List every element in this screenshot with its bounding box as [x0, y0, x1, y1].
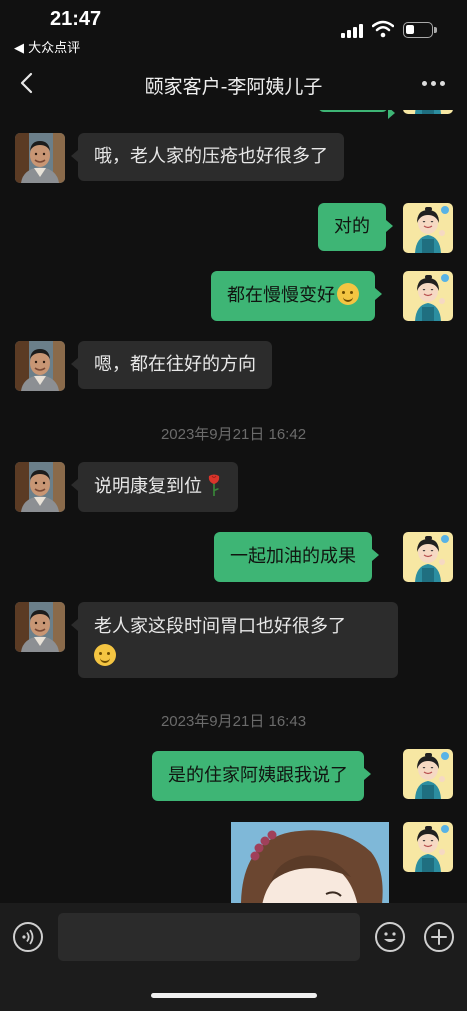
- message-bubble-incoming[interactable]: 说明康复到位: [71, 462, 238, 512]
- battery-icon: [403, 22, 437, 38]
- avatar-self[interactable]: [403, 749, 453, 799]
- message-bubble-incoming[interactable]: 哦，老人家的压疮也好很多了: [71, 133, 344, 181]
- message-bubble-outgoing[interactable]: 都在慢慢变好: [211, 271, 382, 321]
- message-list[interactable]: 哦，老人家的压疮也好很多了 对的 都在慢慢变好 嗯，都在往好的方向 2023年9…: [0, 110, 467, 903]
- wifi-icon: [372, 20, 394, 38]
- status-time: 21:47: [50, 8, 102, 30]
- voice-icon[interactable]: [13, 922, 43, 952]
- timestamp: 2023年9月21日 16:43: [160, 713, 307, 730]
- message-input[interactable]: [58, 913, 360, 961]
- timestamp: 2023年9月21日 16:42: [160, 426, 307, 443]
- avatar-contact[interactable]: [15, 341, 65, 391]
- message-text: 说明康复到位: [94, 476, 202, 497]
- message-text: 对的: [334, 216, 370, 237]
- avatar-contact[interactable]: [15, 462, 65, 512]
- thinking-emoji: [94, 644, 116, 666]
- avatar-self[interactable]: [403, 532, 453, 582]
- message-bubble-incoming[interactable]: 老人家这段时间胃口也好很多了: [71, 602, 398, 678]
- chat-header: 颐家客户-李阿姨儿子: [0, 58, 467, 110]
- rose-emoji: [208, 474, 220, 496]
- message-bubble-incoming[interactable]: 嗯，都在往好的方向: [71, 341, 272, 389]
- message-bubble-outgoing[interactable]: 对的: [318, 203, 393, 251]
- avatar-self[interactable]: [403, 822, 453, 872]
- message-bubble-outgoing[interactable]: 是的住家阿姨跟我说了: [152, 751, 371, 801]
- more-dots-icon[interactable]: [418, 70, 450, 96]
- emoji-icon[interactable]: [375, 922, 405, 952]
- smile-emoji: [337, 283, 359, 305]
- back-to-app-link[interactable]: ◀ 大众点评: [14, 37, 80, 56]
- home-indicator[interactable]: [151, 993, 317, 998]
- message-text: 一起加油的成果: [230, 546, 356, 567]
- chat-screen: 21:47 ◀ 大众点评 颐家客户-李阿姨儿子 哦，老人家的压疮也好很多了 对的…: [0, 0, 467, 1011]
- avatar-self[interactable]: [403, 203, 453, 253]
- message-text: 哦，老人家的压疮也好很多了: [94, 146, 328, 167]
- message-text: 都在慢慢变好: [227, 285, 335, 306]
- message-bubble-outgoing[interactable]: 一起加油的成果: [214, 532, 379, 582]
- message-text: 是的住家阿姨跟我说了: [168, 765, 348, 786]
- chat-title: 颐家客户-李阿姨儿子: [144, 76, 323, 98]
- avatar-contact[interactable]: [15, 602, 65, 652]
- message-text: 老人家这段时间胃口也好很多了: [94, 616, 346, 637]
- signal-icon: [341, 24, 365, 38]
- cartoon-girl-image[interactable]: [231, 822, 389, 903]
- message-text: 嗯，都在往好的方向: [94, 354, 256, 375]
- avatar-self[interactable]: [403, 271, 453, 321]
- plus-icon[interactable]: [424, 922, 454, 952]
- avatar-self[interactable]: [403, 110, 453, 114]
- battery-level: [406, 25, 414, 34]
- message-bubble-partial: [318, 110, 395, 119]
- status-bar: 21:47 ◀ 大众点评: [0, 0, 467, 58]
- avatar-contact[interactable]: [15, 133, 65, 183]
